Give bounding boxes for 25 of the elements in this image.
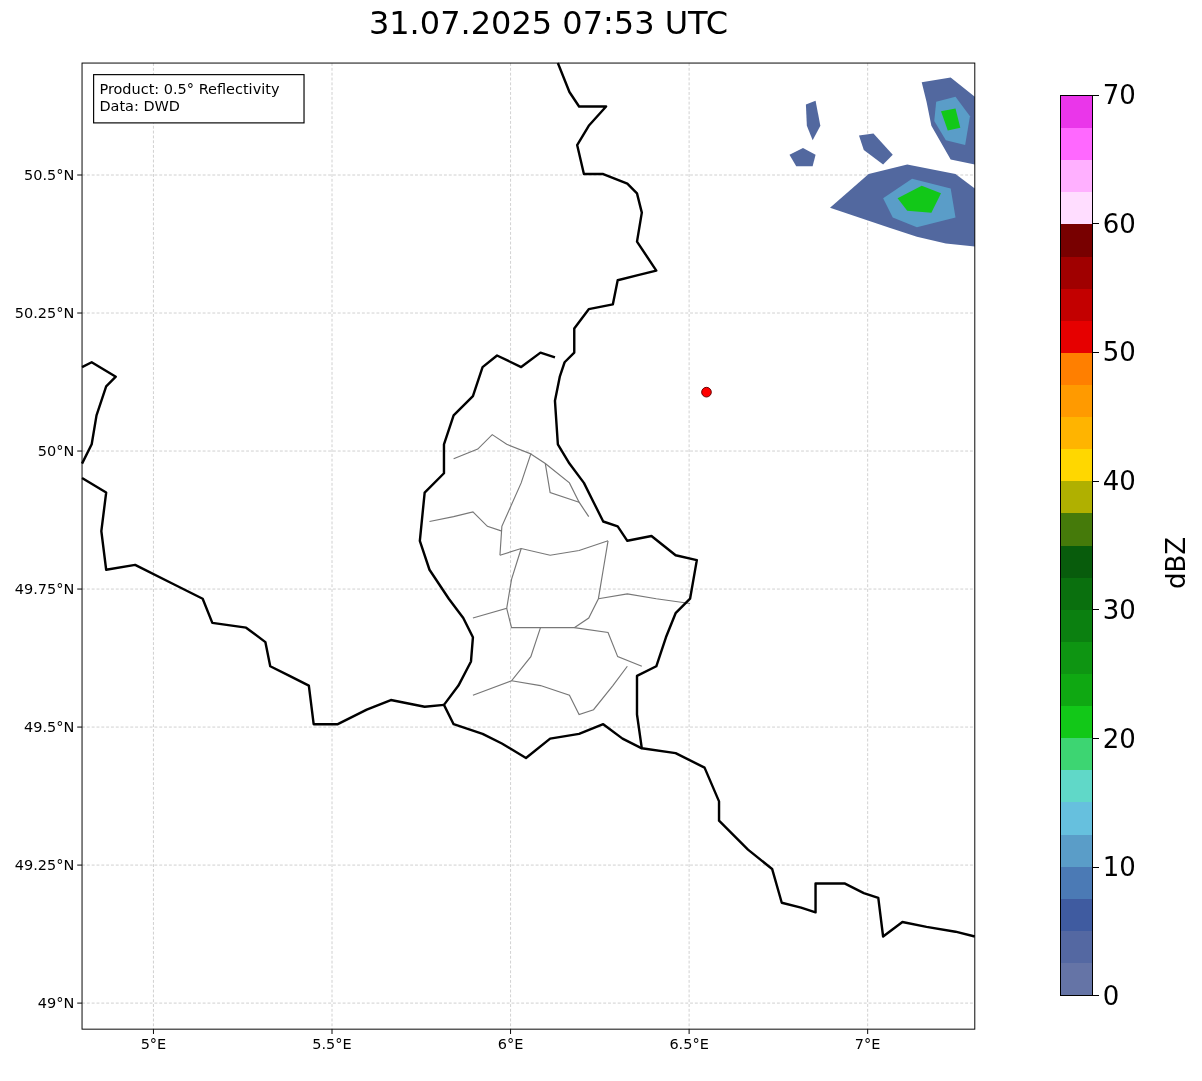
axis-tick-label: 49.75°N [14,580,75,597]
colorbar-tick-label: 70 [1102,82,1136,108]
colorbar-tick-label: 60 [1102,210,1136,237]
axis-tick-label: 7°E [854,1036,881,1053]
colorbar-tick-label: 20 [1102,725,1136,752]
axis-tick-label: 6°E [497,1036,524,1053]
axis-tick-label: 5°E [140,1036,167,1053]
chart-title: 31.07.2025 07:53 UTC [368,6,729,39]
location-marker [701,386,712,398]
axis-tick-label: 49.25°N [14,856,75,873]
info-text: Product: 0.5° Reflectivity [99,80,280,97]
colorbar-tick-label: 0 [1102,982,1120,1009]
colorbar-tick-label: 40 [1102,468,1136,495]
axis-tick-label: 49.5°N [24,718,75,735]
axis-tick-label: 50.5°N [24,166,75,183]
colorbar-tick-label: 10 [1102,854,1136,881]
colorbar-label: dBZ [1160,536,1191,590]
axis-tick-label: 50.25°N [14,304,75,321]
axis-tick-label: 49°N [37,994,75,1011]
axis-tick-label: 50°N [37,442,75,459]
axis-tick-label: 6.5°E [669,1036,709,1053]
info-text: Data: DWD [99,98,181,115]
colorbar-tick-label: 30 [1102,596,1136,623]
axis-tick-label: 5.5°E [312,1036,352,1053]
colorbar-tick-label: 50 [1102,339,1136,366]
